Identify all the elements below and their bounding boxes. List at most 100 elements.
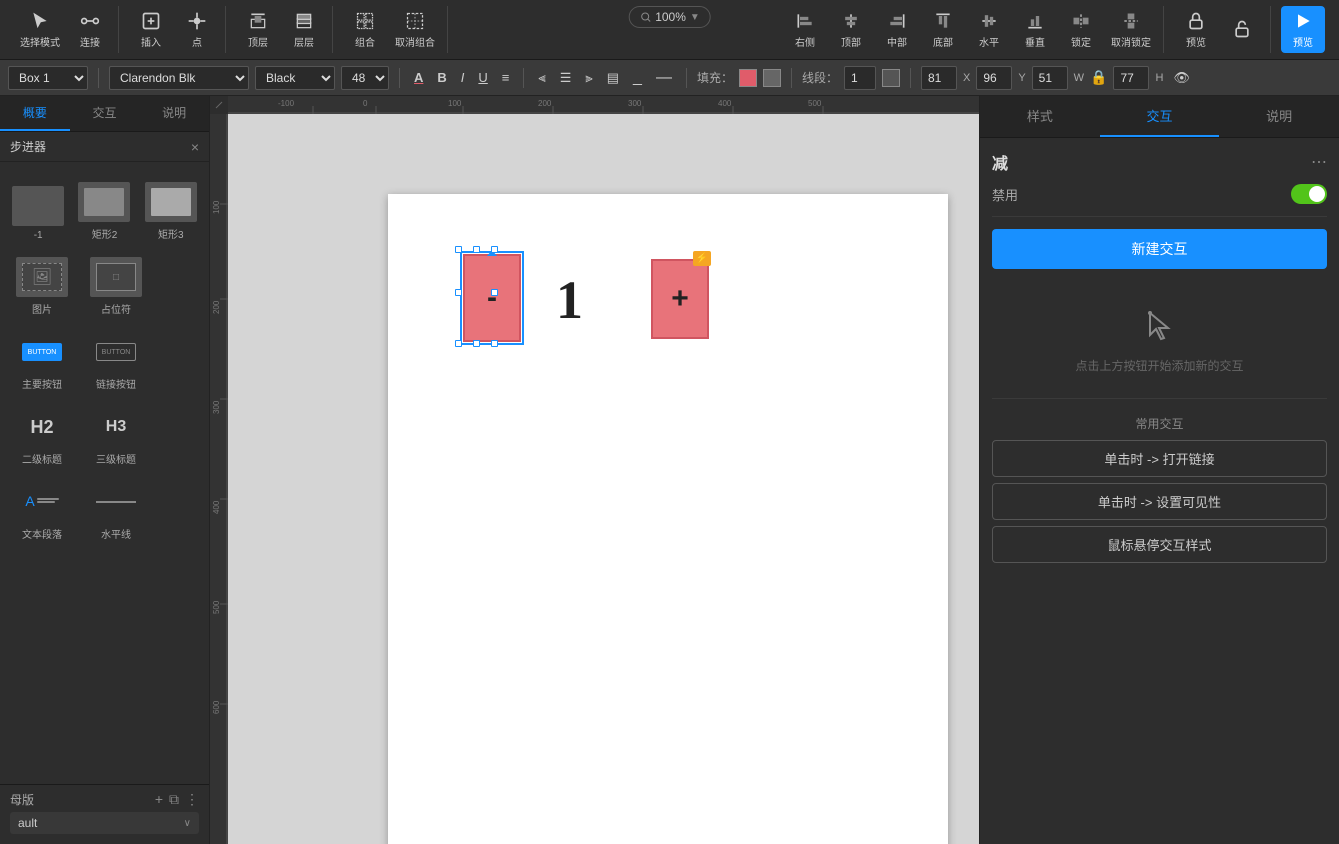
- comp-row-1: -1 矩形2 矩形3: [8, 178, 201, 245]
- tool-lock[interactable]: 预览: [1174, 6, 1218, 53]
- comp-item-rect2[interactable]: 矩形2: [74, 178, 134, 245]
- master-copy-btn[interactable]: ⧉: [169, 791, 179, 808]
- tool-align-middle[interactable]: 水平: [967, 6, 1011, 53]
- tool-align-top[interactable]: 底部: [921, 6, 965, 53]
- tool-group[interactable]: 组合: [343, 6, 387, 53]
- master-more-btn[interactable]: ⋮: [185, 791, 199, 808]
- number-text[interactable]: 1: [556, 269, 583, 331]
- comp-item-text[interactable]: A 文本段落: [8, 478, 76, 545]
- tool-insert[interactable]: 插入: [129, 6, 173, 53]
- underline-style-btn[interactable]: _: [629, 67, 646, 89]
- canvas-content[interactable]: - 1: [228, 114, 979, 844]
- tool-align-v[interactable]: 取消锁定: [1105, 6, 1157, 53]
- tool-align-h[interactable]: 锁定: [1059, 6, 1103, 53]
- more-options-btn[interactable]: ⋯: [1311, 152, 1327, 172]
- interaction-option-visibility[interactable]: 单击时 -> 设置可见性: [992, 483, 1327, 520]
- handle-ml[interactable]: [455, 289, 462, 296]
- align-right-btn[interactable]: ⫸: [581, 68, 596, 88]
- tool-point[interactable]: 点: [175, 6, 219, 53]
- divider3: [523, 68, 524, 88]
- tab-style[interactable]: 样式: [980, 96, 1100, 137]
- tool-select[interactable]: 选择模式: [14, 6, 66, 53]
- visibility-btn[interactable]: 👁: [1169, 68, 1194, 88]
- disabled-toggle[interactable]: [1291, 184, 1327, 204]
- w-input[interactable]: [1032, 66, 1068, 90]
- tab-overview[interactable]: 概要: [0, 96, 70, 131]
- h-input[interactable]: [1113, 66, 1149, 90]
- plus-button[interactable]: + ⚡: [651, 259, 709, 339]
- svg-text:600: 600: [212, 700, 221, 714]
- tool-top[interactable]: 顶层: [236, 6, 280, 53]
- stepper-label: 步进器: [10, 138, 46, 155]
- handle-br[interactable]: [491, 340, 498, 347]
- tool-ungroup[interactable]: 取消组合: [389, 6, 441, 53]
- tool-preview[interactable]: 预览: [1281, 6, 1325, 53]
- master-add-btn[interactable]: +: [155, 791, 163, 808]
- comp-item-h2[interactable]: H2 二级标题: [8, 403, 76, 470]
- component-list: -1 矩形2 矩形3 🖼: [0, 174, 209, 784]
- x-input[interactable]: [921, 66, 957, 90]
- fill-color-picker[interactable]: [739, 69, 757, 87]
- tool-align-bottom[interactable]: 垂直: [1013, 6, 1057, 53]
- divider6: [910, 68, 911, 88]
- interaction-option-hover[interactable]: 鼠标悬停交互样式: [992, 526, 1327, 563]
- page-name-select[interactable]: Box 1: [8, 66, 88, 90]
- text-color-btn[interactable]: A: [410, 68, 427, 87]
- align-center-btn[interactable]: ☰: [556, 68, 576, 88]
- tab-notes[interactable]: 说明: [139, 96, 209, 131]
- align-left-btn[interactable]: ⫷: [534, 68, 549, 88]
- tab-notes[interactable]: 说明: [1219, 96, 1339, 137]
- tool-align-right[interactable]: 中部: [875, 6, 919, 53]
- canvas-area[interactable]: -100 0 100 200 300 400 500 100: [210, 96, 979, 844]
- comp-item-link-btn[interactable]: BUTTON 链接按钮: [82, 328, 150, 395]
- master-actions: + ⧉ ⋮: [155, 791, 199, 808]
- handle-mr[interactable]: [491, 289, 498, 296]
- comp-item-hline[interactable]: 水平线: [82, 478, 150, 545]
- minus-button[interactable]: -: [463, 254, 521, 342]
- stroke-width-input[interactable]: [844, 66, 876, 90]
- tool-unlock[interactable]: [1220, 14, 1264, 46]
- tab-interaction[interactable]: 交互: [1100, 96, 1220, 137]
- comp-item-h3[interactable]: H3 三级标题: [82, 403, 150, 470]
- tab-interaction[interactable]: 交互: [70, 96, 140, 131]
- handle-tl[interactable]: [455, 246, 462, 253]
- comp-item-image[interactable]: 🖼 图片: [8, 253, 76, 320]
- properties-bar: Box 1 Clarendon Blk Black 48 A B I U ≡ ⫷…: [0, 60, 1339, 96]
- zoom-control[interactable]: 100% ▼: [628, 6, 711, 28]
- stepper-close-btn[interactable]: ×: [191, 139, 199, 155]
- new-interaction-btn[interactable]: 新建交互: [992, 229, 1327, 269]
- comp-item-unnamed[interactable]: -1: [8, 182, 68, 245]
- lightning-badge: ⚡: [693, 251, 711, 266]
- comp-item-rect3[interactable]: 矩形3: [141, 178, 201, 245]
- handle-tr[interactable]: [491, 246, 498, 253]
- font-color-select[interactable]: Black: [255, 66, 335, 90]
- font-name-select[interactable]: Clarendon Blk: [109, 66, 249, 90]
- strikethrough-btn[interactable]: —: [652, 67, 676, 89]
- stroke-color-picker[interactable]: [882, 69, 900, 87]
- v-ruler: 100 200 300 400 500 600: [210, 114, 228, 844]
- bold-btn[interactable]: B: [433, 68, 450, 87]
- underline-btn[interactable]: U: [474, 68, 491, 87]
- svg-text:100: 100: [448, 99, 462, 108]
- component-name: 减: [992, 150, 1008, 174]
- italic-btn[interactable]: I: [457, 68, 469, 87]
- comp-item-main-btn[interactable]: BUTTON 主要按钮: [8, 328, 76, 395]
- interaction-option-link[interactable]: 单击时 -> 打开链接: [992, 440, 1327, 477]
- tool-layer[interactable]: 层层: [282, 6, 326, 53]
- handle-bl[interactable]: [455, 340, 462, 347]
- handle-tc[interactable]: [473, 246, 480, 253]
- svg-text:200: 200: [538, 99, 552, 108]
- tool-align-left[interactable]: 右侧: [783, 6, 827, 53]
- font-size-select[interactable]: 48: [341, 66, 389, 90]
- y-input[interactable]: [976, 66, 1012, 90]
- handle-bc[interactable]: [473, 340, 480, 347]
- master-default-item[interactable]: ault ∨: [10, 812, 199, 834]
- lock-dimensions-btn[interactable]: 🔒: [1090, 69, 1107, 86]
- main-layout: 概要 交互 说明 步进器 × -1: [0, 96, 1339, 844]
- tool-align-center[interactable]: 顶部: [829, 6, 873, 53]
- comp-item-placeholder[interactable]: □ 占位符: [82, 253, 150, 320]
- list-btn[interactable]: ≡: [498, 68, 514, 87]
- tool-connect[interactable]: 连接: [68, 6, 112, 53]
- fill-color-picker2[interactable]: [763, 69, 781, 87]
- align-justify-btn[interactable]: ▤: [603, 68, 623, 88]
